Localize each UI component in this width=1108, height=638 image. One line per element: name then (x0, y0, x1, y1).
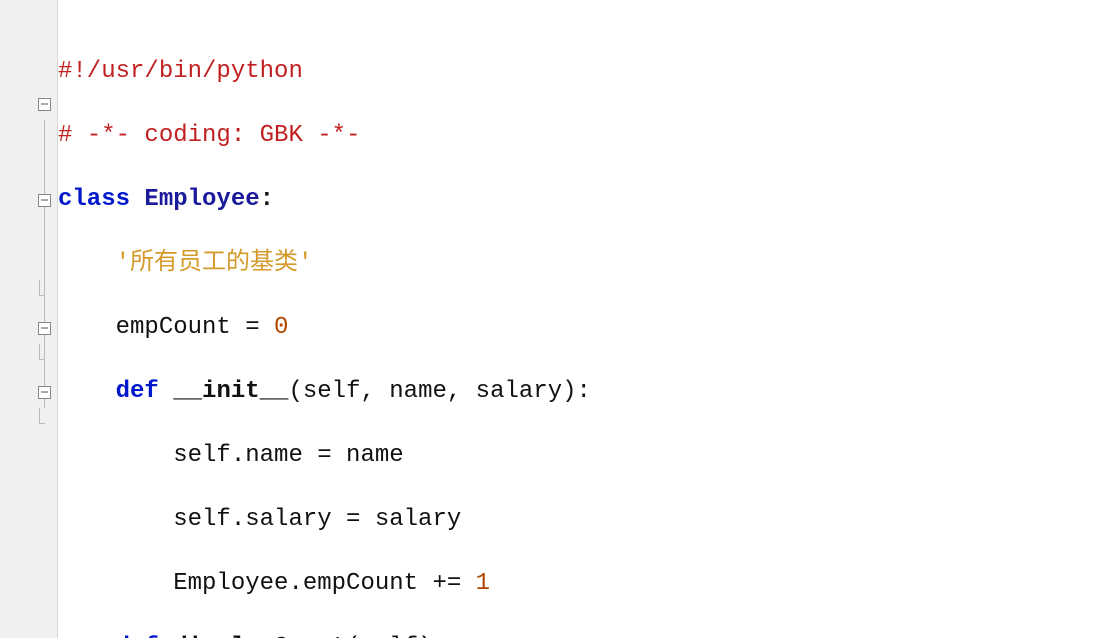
line-init-body1: self.name = name (58, 440, 1102, 472)
fold-gutter (0, 0, 58, 638)
line-def-init: def __init__(self, name, salary): (58, 376, 1102, 408)
fold-toggle-displayemployee[interactable] (38, 386, 51, 399)
line-empcount: empCount = 0 (58, 312, 1102, 344)
line-init-body3: Employee.empCount += 1 (58, 568, 1102, 600)
code-editor[interactable]: #!/usr/bin/python # -*- coding: GBK -*- … (58, 0, 1108, 638)
line-class: class Employee: (58, 184, 1102, 216)
line-shebang: #!/usr/bin/python (58, 56, 1102, 88)
line-docstring: '所有员工的基类' (58, 248, 1102, 280)
fold-toggle-init[interactable] (38, 194, 51, 207)
line-coding: # -*- coding: GBK -*- (58, 120, 1102, 152)
line-init-body2: self.salary = salary (58, 504, 1102, 536)
line-def-displaycount: def displayCount(self): (58, 632, 1102, 638)
fold-toggle-displaycount[interactable] (38, 322, 51, 335)
fold-toggle-class[interactable] (38, 98, 51, 111)
